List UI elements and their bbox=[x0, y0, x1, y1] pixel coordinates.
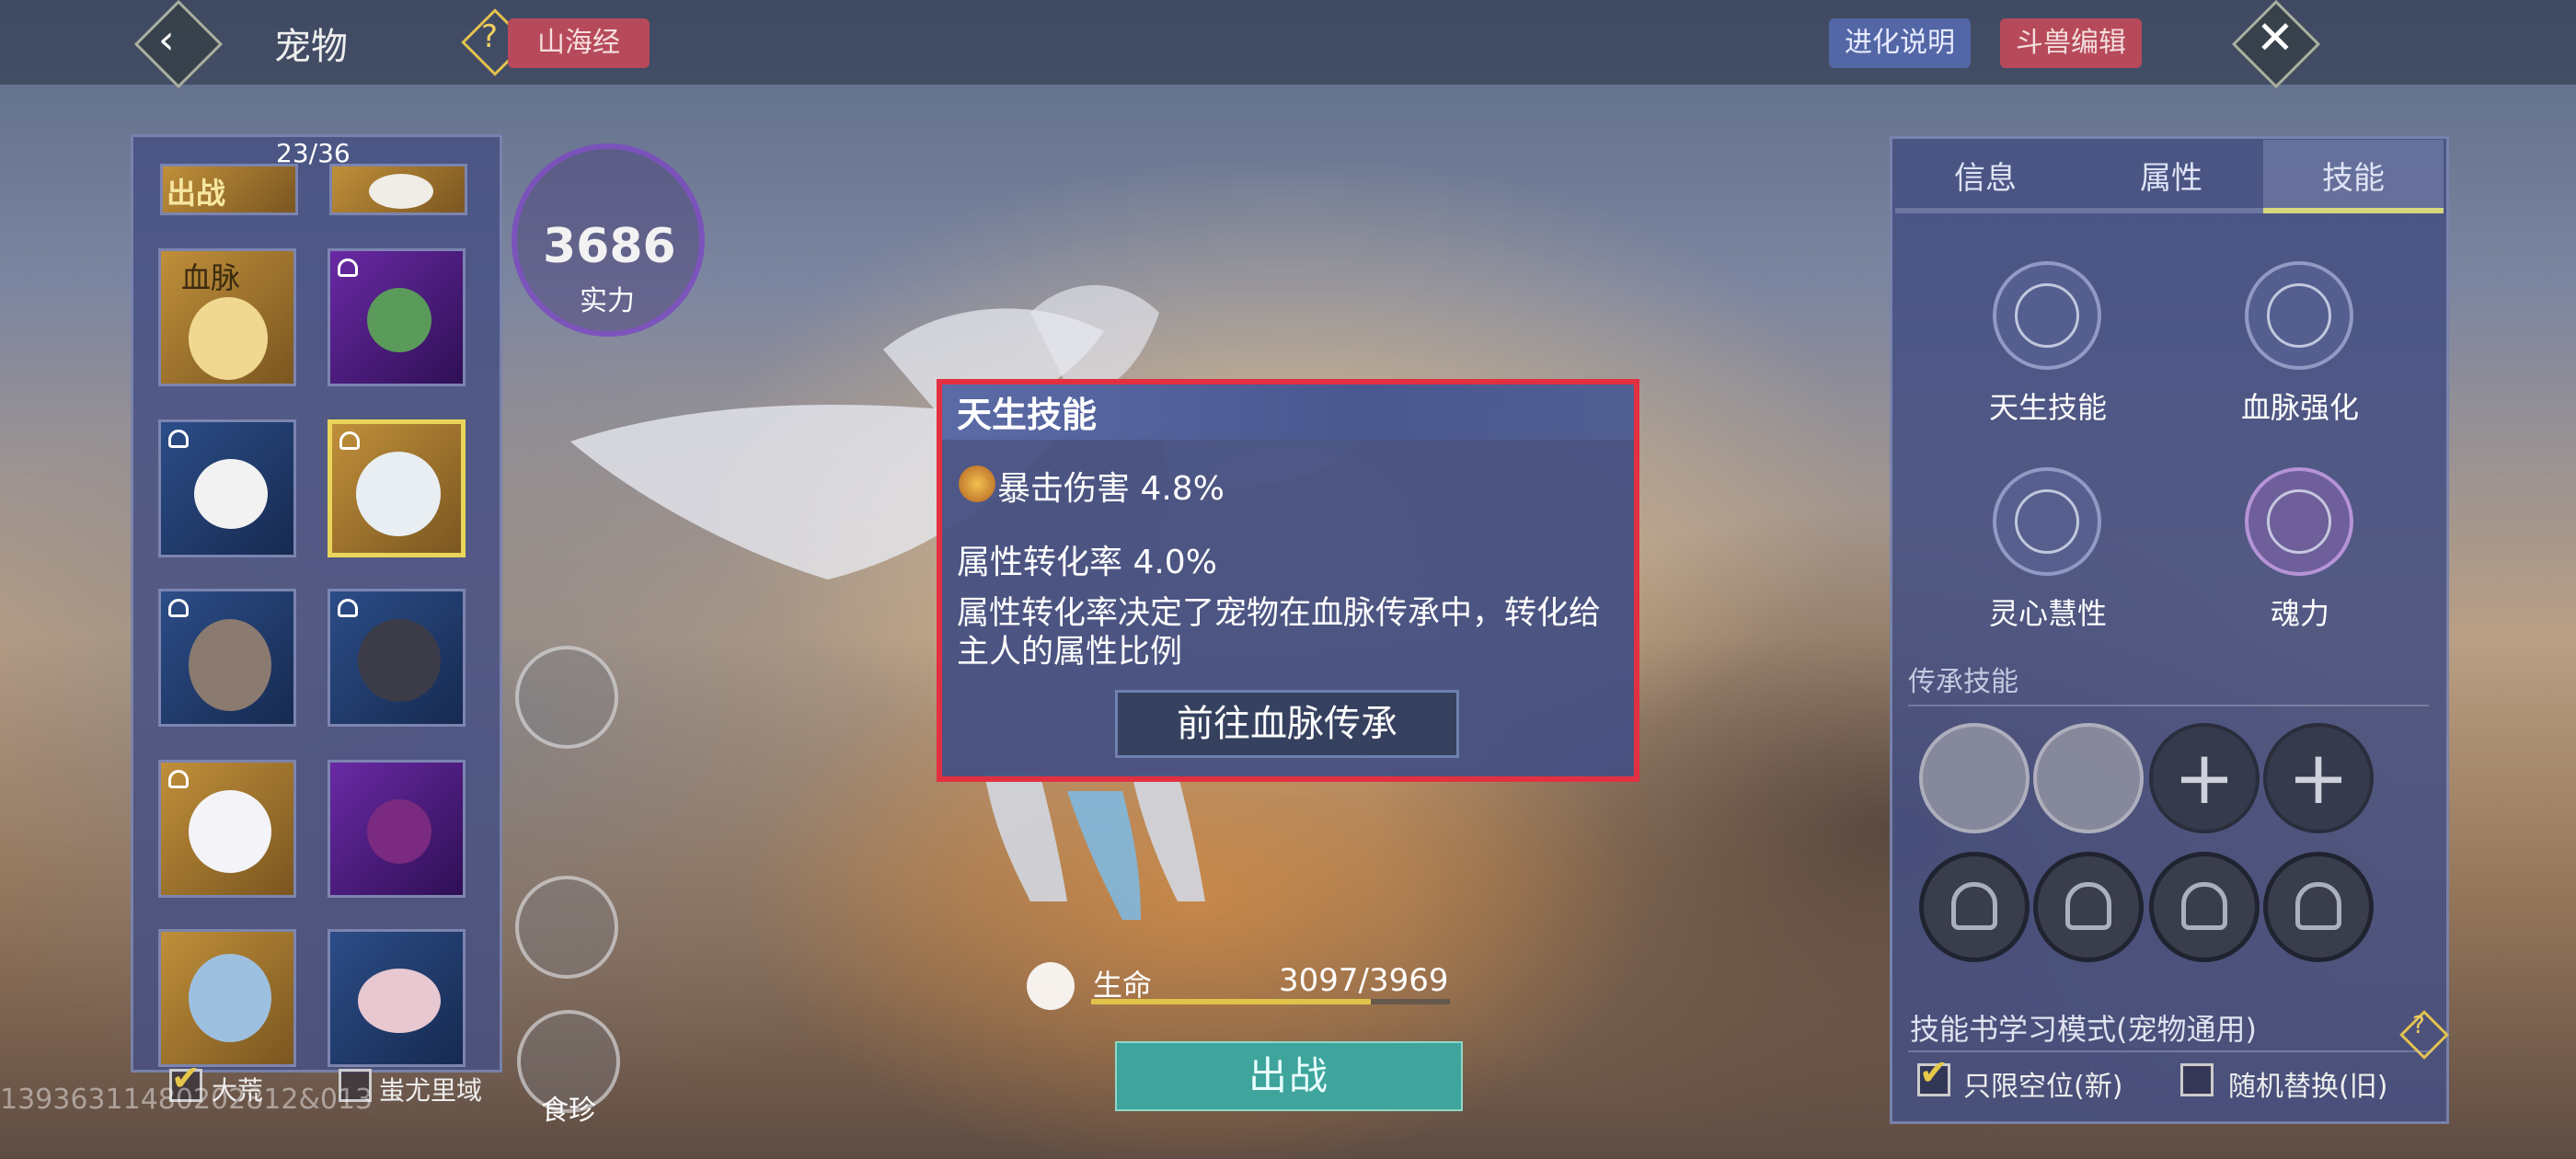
pet-tile-selected[interactable] bbox=[328, 419, 466, 557]
padlock-icon bbox=[1951, 882, 1997, 930]
soul-power-button[interactable] bbox=[2245, 467, 2353, 576]
inherit-skill-slot-1[interactable] bbox=[1919, 723, 2030, 833]
spirit-wisdom-button[interactable] bbox=[1993, 467, 2101, 576]
option-checkbox-random-replace[interactable] bbox=[2180, 1063, 2214, 1096]
shizhen-label: 食珍 bbox=[541, 1095, 596, 1127]
shanhai-button[interactable]: 山海经 bbox=[508, 18, 650, 68]
locked-skill-slot[interactable] bbox=[2149, 852, 2260, 962]
lock-icon bbox=[168, 599, 189, 617]
pet-tile-battle[interactable]: 出战 bbox=[160, 164, 298, 215]
tab-active-underline bbox=[2263, 208, 2444, 213]
bloodline-enhance-button[interactable] bbox=[2245, 261, 2353, 370]
soul-power-label: 魂力 bbox=[2270, 596, 2329, 631]
spirit-wisdom-label: 灵心慧性 bbox=[1988, 596, 2107, 631]
bloodline-tag: 血脉 bbox=[181, 260, 241, 295]
pet-tile[interactable] bbox=[329, 164, 467, 215]
checkmark-icon: ✔ bbox=[1919, 1052, 1949, 1093]
crit-damage-stat: 暴击伤害 4.8% bbox=[997, 470, 1225, 508]
inherit-skills-label: 传承技能 bbox=[1908, 666, 2018, 698]
page-title: 宠物 bbox=[274, 26, 348, 68]
top-bar bbox=[0, 0, 2576, 85]
plus-icon: + bbox=[2173, 735, 2236, 820]
innate-skill-button[interactable] bbox=[1993, 261, 2101, 370]
skill-book-mode-label: 技能书学习模式(宠物通用) bbox=[1910, 1012, 2257, 1047]
popup-description: 属性转化率决定了宠物在血脉传承中，转化给主人的属性比例 bbox=[957, 595, 1602, 671]
watermark: 13936311480202812&013 bbox=[0, 1084, 374, 1116]
pet-tile[interactable] bbox=[328, 929, 466, 1067]
dragon-icon bbox=[2267, 283, 2331, 348]
go-bloodline-button[interactable]: 前往血脉传承 bbox=[1115, 690, 1459, 758]
divider bbox=[1908, 1050, 2432, 1052]
lock-icon bbox=[168, 770, 189, 788]
locked-skill-slot[interactable] bbox=[1919, 852, 2030, 962]
deploy-button[interactable]: 出战 bbox=[1115, 1041, 1463, 1111]
question-icon: ? bbox=[2412, 1012, 2425, 1039]
pet-portrait-icon bbox=[367, 799, 431, 864]
pet-portrait-icon bbox=[189, 790, 271, 873]
pet-tile[interactable] bbox=[328, 248, 466, 386]
lock-icon bbox=[339, 431, 360, 450]
divider bbox=[1908, 705, 2429, 706]
spiral-icon bbox=[2267, 489, 2331, 554]
pet-portrait-icon bbox=[358, 619, 441, 702]
lock-icon bbox=[338, 258, 358, 277]
padlock-icon bbox=[2295, 882, 2341, 930]
locked-skill-slot[interactable] bbox=[2033, 852, 2144, 962]
pet-portrait-icon bbox=[189, 954, 271, 1042]
hp-drop-icon bbox=[1027, 962, 1075, 1010]
tab-attributes[interactable]: 属性 bbox=[2079, 153, 2263, 198]
lock-icon bbox=[338, 599, 358, 617]
option-label-empty-only: 只限空位(新) bbox=[1963, 1071, 2123, 1103]
pet-tile[interactable] bbox=[158, 419, 296, 557]
lock-icon bbox=[168, 430, 189, 448]
bloodline-enhance-label: 血脉强化 bbox=[2240, 390, 2359, 425]
hp-value: 3097/3969 bbox=[1279, 962, 1449, 999]
pet-tile[interactable] bbox=[158, 929, 296, 1067]
spiral-icon bbox=[2015, 489, 2079, 554]
pet-tile[interactable] bbox=[158, 760, 296, 898]
fox-head-icon bbox=[2015, 283, 2079, 348]
pet-portrait-icon bbox=[356, 452, 441, 536]
pet-tile[interactable] bbox=[158, 589, 296, 727]
question-icon: ? bbox=[481, 18, 499, 55]
inherit-skill-add-slot[interactable]: + bbox=[2149, 723, 2260, 833]
padlock-icon bbox=[2065, 882, 2111, 930]
pet-tile-bloodline[interactable]: 血脉 bbox=[158, 248, 296, 386]
evolution-info-button[interactable]: 进化说明 bbox=[1829, 18, 1971, 68]
beast-edit-button[interactable]: 斗兽编辑 bbox=[2000, 18, 2142, 68]
pet-tile[interactable] bbox=[328, 589, 466, 727]
locked-skill-slot[interactable] bbox=[2263, 852, 2374, 962]
filter-label-chiyou: 蚩尤里域 bbox=[379, 1075, 483, 1106]
back-arrow-icon: ‹ bbox=[158, 17, 175, 63]
hp-bar-fill bbox=[1091, 999, 1372, 1004]
padlock-icon bbox=[2181, 882, 2227, 930]
pet-tile[interactable] bbox=[328, 760, 466, 898]
battle-tag: 出战 bbox=[167, 176, 226, 211]
crit-icon bbox=[959, 465, 995, 502]
pet-portrait-icon bbox=[369, 174, 433, 209]
pet-portrait-icon bbox=[358, 969, 441, 1033]
option-label-random-replace: 随机替换(旧) bbox=[2228, 1071, 2388, 1103]
tab-info[interactable]: 信息 bbox=[1893, 153, 2077, 198]
pet-portrait-icon bbox=[189, 297, 268, 380]
popup-title: 天生技能 bbox=[957, 395, 1098, 435]
pet-portrait-icon bbox=[194, 459, 268, 529]
tab-skills[interactable]: 技能 bbox=[2261, 153, 2445, 198]
pet-portrait-icon bbox=[367, 288, 431, 352]
innate-skill-label: 天生技能 bbox=[1988, 390, 2107, 425]
close-icon: ✕ bbox=[2256, 11, 2294, 64]
inherit-skill-add-slot[interactable]: + bbox=[2263, 723, 2374, 833]
power-value: 3686 bbox=[543, 219, 676, 274]
inherit-skill-slot-2[interactable] bbox=[2033, 723, 2144, 833]
conversion-rate-stat: 属性转化率 4.0% bbox=[957, 544, 1217, 581]
plus-icon: + bbox=[2287, 735, 2350, 820]
pet-portrait-icon bbox=[189, 619, 271, 711]
